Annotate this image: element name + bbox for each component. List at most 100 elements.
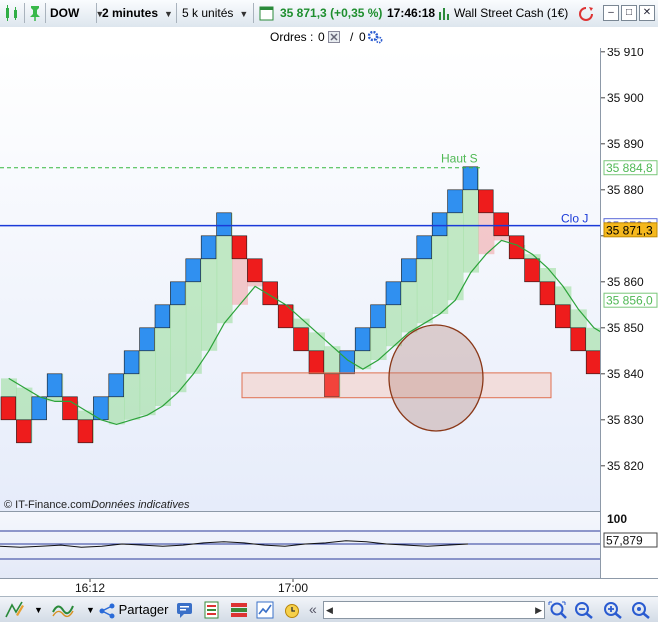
renko-brick-up [185,258,201,283]
zoom-fit-icon[interactable] [548,601,568,619]
scroll-left-fast-icon[interactable]: « [309,601,317,617]
bottom-toolbar: ▼ ▼ Partager « ◀ ▶ [0,596,658,622]
renko-brick-down [478,189,494,214]
renko-brick-down [16,419,32,444]
renko-brick-up [108,373,124,398]
renko-brick-up [416,235,432,260]
renko-brick-down [262,281,278,306]
orders-bar: Ordres : 0 / 0 [0,27,658,49]
renko-brick-up [370,304,386,329]
timeframe-label: 2 minutes [102,6,159,20]
price-tick-label: 35 850 [607,321,644,335]
renko-brick-down [539,281,556,306]
time-tick-label: 17:00 [278,581,308,595]
renko-brick-down [231,235,248,260]
scroll-left-arrow-icon[interactable]: ◀ [326,605,333,616]
compare-chart-icon[interactable] [256,601,274,619]
top-toolbar: DOW ▼ 2 minutes ▼ 5 k unités ▼ 35 871,3 (+0… [0,0,658,28]
price-tick-label: 35 860 [607,275,644,289]
alarm-clock-icon[interactable] [283,601,301,619]
cancel-orders-icon[interactable] [328,31,340,43]
renko-brick-down [293,327,309,352]
renko-brick-down [585,350,600,375]
orders-book-icon[interactable] [230,601,248,619]
units-selector[interactable]: 5 k unités ▼ [182,3,248,23]
zoom-in-icon[interactable] [603,601,623,619]
indicator-value-label: 57,879 [606,534,643,548]
moving-average-fill [1,166,600,443]
chevron-down-icon: ▼ [164,9,173,19]
renko-brick-up [462,166,479,191]
orders-separator: / [350,30,354,44]
share-icon [99,603,115,619]
last-price: 35 871,3 [280,6,327,20]
quote-time: 17:46:18 [387,6,436,20]
orders-count-pending: 0 [318,30,325,44]
price-tick-label: 35 880 [607,183,644,197]
renko-brick-up [200,235,217,260]
timeframe-selector[interactable]: 2 minutes ▼ [102,3,173,23]
scroll-right-arrow-icon[interactable]: ▶ [535,605,542,616]
price-tick-label: 35 890 [607,137,644,151]
renko-bricks [0,166,600,444]
ma-price-tag: 35 856,0 [606,294,653,308]
renko-brick-up [385,281,402,306]
list-icon[interactable] [203,601,221,619]
time-axis: 16:12 17:00 [0,578,658,597]
bar-chart-icon [439,7,449,20]
share-button[interactable]: Partager [99,600,169,619]
minimize-button[interactable]: – [603,5,619,21]
haut-s-price-tag: 35 884,8 [606,161,653,175]
symbol-label: DOW [50,6,80,20]
haut-s-label: Haut S [441,152,478,166]
price-tick-label: 35 900 [607,91,644,105]
renko-chart[interactable]: Haut S Clo J © IT-Finance.com Données in… [0,48,600,511]
comment-icon[interactable] [176,601,194,619]
clo-j-label: Clo J [561,212,588,226]
orders-count-executed: 0 [359,30,366,44]
renko-brick-up [354,327,371,352]
renko-brick-down [62,396,78,421]
price-tick-label: 35 830 [607,413,644,427]
renko-brick-down [555,304,571,329]
window-icon[interactable] [259,6,274,21]
refresh-icon[interactable] [578,6,594,22]
drawing-tools-icon[interactable] [4,600,26,619]
price-quote: 35 871,3 (+0,35 %) [280,3,382,23]
share-label: Partager [118,602,169,617]
price-change: (+0,35 %) [330,6,383,20]
indicators-icon[interactable] [51,600,77,619]
renko-brick-up [216,212,232,237]
renko-brick-up [431,212,448,237]
renko-brick-up [401,258,417,283]
disclaimer-text: Données indicatives [91,499,190,511]
renko-brick-up [447,189,463,214]
pin-icon[interactable] [27,4,43,22]
chevron-down-icon[interactable]: ▼ [86,605,95,615]
ma-fill-segment [478,212,495,255]
units-label: 5 k unités [182,6,234,20]
zoom-out-icon[interactable] [574,601,594,619]
renko-brick-down [524,258,540,283]
price-axis[interactable]: 35 910 35 900 35 890 35 880 35 860 35 850 35 8… [600,48,658,578]
settings-gear-icon[interactable] [367,30,383,44]
renko-brick-down [0,396,17,421]
price-tick-label: 35 840 [607,367,644,381]
candlestick-chart-icon[interactable] [3,4,21,22]
close-button[interactable]: ✕ [639,5,655,21]
indicator-panel[interactable] [0,511,600,579]
horizontal-scrollbar[interactable]: ◀ ▶ [323,601,545,619]
zoom-reset-icon[interactable] [631,601,651,619]
renko-brick-down [570,327,586,352]
price-tick-label: 35 820 [607,459,644,473]
maximize-button[interactable]: □ [621,5,637,21]
chevron-down-icon[interactable]: ▼ [34,605,43,615]
renko-brick-up [170,281,186,306]
last-price-tag: 35 871,3 [606,223,653,237]
renko-brick-up [123,350,140,375]
ma-fill-segment [493,235,510,241]
indicator-level-label: 100 [607,512,627,526]
renko-brick-up [139,327,155,352]
renko-brick-down [277,304,294,329]
renko-brick-down [493,212,509,237]
